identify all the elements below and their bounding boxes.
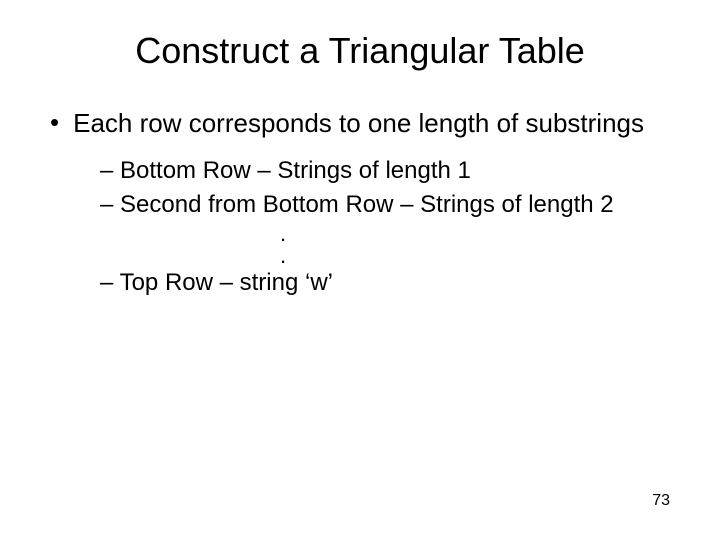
- main-bullet-text: Each row corresponds to one length of su…: [73, 107, 670, 140]
- slide-title: Construct a Triangular Table: [50, 30, 670, 72]
- sub-list: – Bottom Row – Strings of length 1 – Sec…: [100, 155, 670, 300]
- main-bullet-row: • Each row corresponds to one length of …: [50, 107, 670, 140]
- bullet-marker: •: [50, 107, 59, 138]
- sub-item-1: – Bottom Row – Strings of length 1: [100, 155, 670, 187]
- sub-item-3: – Top Row – string ‘w’: [100, 267, 670, 299]
- ellipsis-dot-2: .: [280, 245, 670, 267]
- page-number: 73: [652, 492, 670, 510]
- sub-item-2: – Second from Bottom Row – Strings of le…: [100, 189, 670, 221]
- ellipsis-dot-1: .: [280, 223, 670, 245]
